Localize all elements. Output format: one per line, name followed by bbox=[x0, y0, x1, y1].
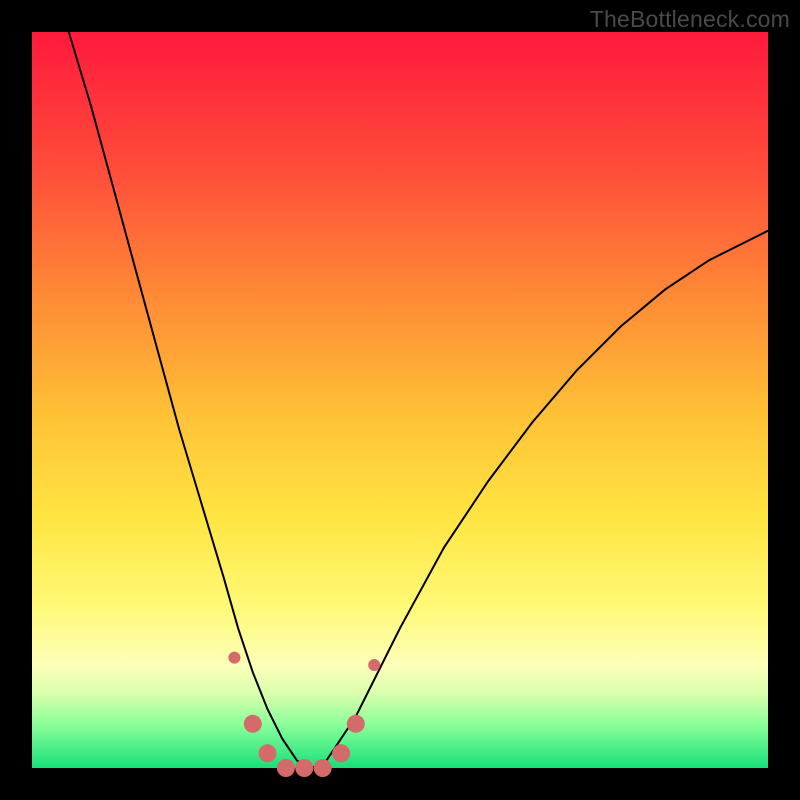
plot-area bbox=[32, 32, 768, 768]
highlight-dot bbox=[332, 744, 350, 762]
highlight-dot bbox=[277, 759, 295, 777]
highlight-dot bbox=[259, 744, 277, 762]
chart-frame: TheBottleneck.com bbox=[0, 0, 800, 800]
highlight-dot bbox=[347, 715, 365, 733]
highlight-dot bbox=[244, 715, 262, 733]
watermark-text: TheBottleneck.com bbox=[590, 6, 790, 33]
highlight-dot bbox=[368, 659, 380, 671]
highlight-dot bbox=[314, 759, 332, 777]
highlight-dot bbox=[295, 759, 313, 777]
highlight-dot bbox=[228, 652, 240, 664]
bottleneck-curve bbox=[69, 32, 768, 768]
bottleneck-curve-svg bbox=[32, 32, 768, 768]
